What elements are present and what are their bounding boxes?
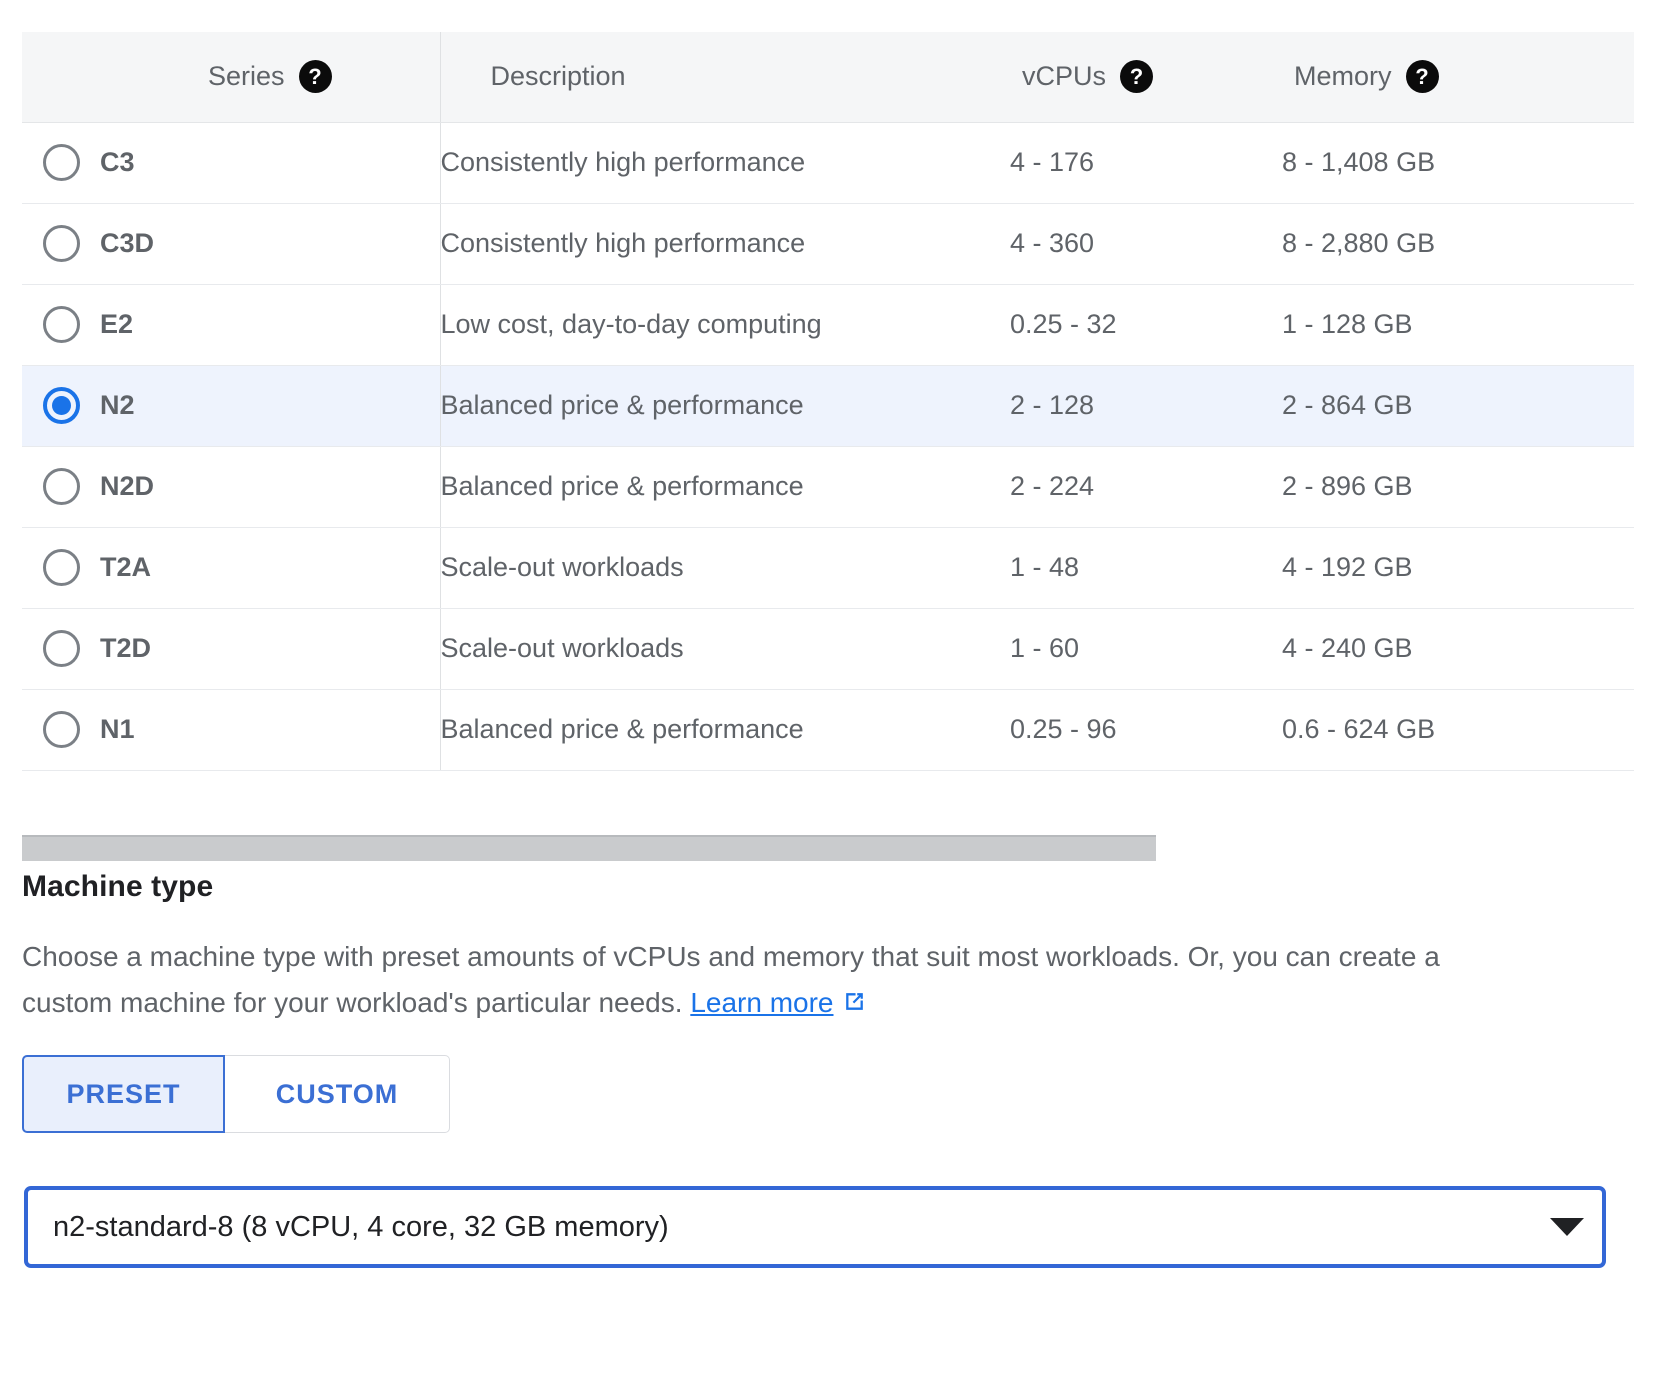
series-name-cell: C3D	[100, 203, 440, 284]
horizontal-scrollbar-thumb[interactable]	[22, 835, 1156, 861]
radio-button-t2a[interactable]	[43, 549, 80, 586]
series-desc-cell: Low cost, day-to-day computing	[440, 284, 1010, 365]
table-row[interactable]: N2Balanced price & performance2 - 1282 -…	[22, 365, 1634, 446]
series-desc-cell: Consistently high performance	[440, 122, 1010, 203]
series-radio-cell[interactable]	[22, 122, 100, 203]
series-table: Series ? Description vCPUs ?	[22, 32, 1634, 771]
series-desc-cell: Scale-out workloads	[440, 527, 1010, 608]
column-header-vcpus-label: vCPUs	[1022, 61, 1106, 92]
table-row[interactable]: N2DBalanced price & performance2 - 2242 …	[22, 446, 1634, 527]
series-vcpus-cell: 4 - 176	[1010, 122, 1282, 203]
learn-more-link[interactable]: Learn more	[690, 987, 833, 1018]
column-header-series: Series ?	[100, 32, 440, 122]
series-memory-cell: 4 - 240 GB	[1282, 608, 1634, 689]
series-memory-cell: 8 - 1,408 GB	[1282, 122, 1634, 203]
radio-button-n2d[interactable]	[43, 468, 80, 505]
series-vcpus-cell: 4 - 360	[1010, 203, 1282, 284]
series-table-container: Series ? Description vCPUs ?	[22, 32, 1634, 771]
machine-configuration-panel: Series ? Description vCPUs ?	[0, 0, 1665, 1380]
series-vcpus-cell: 2 - 128	[1010, 365, 1282, 446]
series-vcpus-cell: 2 - 224	[1010, 446, 1282, 527]
column-header-description: Description	[440, 32, 1010, 122]
column-header-series-label: Series	[208, 61, 285, 92]
series-memory-cell: 0.6 - 624 GB	[1282, 689, 1634, 770]
series-vcpus-cell: 0.25 - 32	[1010, 284, 1282, 365]
table-row[interactable]: C3Consistently high performance4 - 1768 …	[22, 122, 1634, 203]
column-header-memory-label: Memory	[1294, 61, 1392, 92]
series-desc-cell: Scale-out workloads	[440, 608, 1010, 689]
table-row[interactable]: C3DConsistently high performance4 - 3608…	[22, 203, 1634, 284]
memory-help-icon[interactable]: ?	[1406, 60, 1439, 93]
series-name-cell: C3	[100, 122, 440, 203]
series-desc-cell: Balanced price & performance	[440, 446, 1010, 527]
series-radio-cell[interactable]	[22, 608, 100, 689]
series-radio-cell[interactable]	[22, 203, 100, 284]
table-header-row: Series ? Description vCPUs ?	[22, 32, 1634, 122]
radio-button-c3d[interactable]	[43, 225, 80, 262]
machine-type-mode-toggle: PRESET CUSTOM	[22, 1055, 450, 1133]
machine-type-select[interactable]: n2-standard-8 (8 vCPU, 4 core, 32 GB mem…	[24, 1186, 1606, 1268]
series-memory-cell: 2 - 896 GB	[1282, 446, 1634, 527]
series-memory-cell: 1 - 128 GB	[1282, 284, 1634, 365]
machine-type-description-line1: Choose a machine type with preset amount…	[22, 941, 1180, 972]
table-row[interactable]: T2DScale-out workloads1 - 604 - 240 GB	[22, 608, 1634, 689]
series-name-cell: E2	[100, 284, 440, 365]
series-name-cell: N2D	[100, 446, 440, 527]
series-name-cell: T2A	[100, 527, 440, 608]
radio-button-c3[interactable]	[43, 144, 80, 181]
column-header-description-label: Description	[491, 61, 626, 92]
radio-button-n2[interactable]	[43, 387, 80, 424]
machine-type-description: Choose a machine type with preset amount…	[22, 934, 1502, 1026]
series-radio-cell[interactable]	[22, 284, 100, 365]
series-desc-cell: Balanced price & performance	[440, 365, 1010, 446]
series-radio-cell[interactable]	[22, 527, 100, 608]
series-table-body: C3Consistently high performance4 - 1768 …	[22, 122, 1634, 770]
radio-button-e2[interactable]	[43, 306, 80, 343]
series-radio-cell[interactable]	[22, 446, 100, 527]
series-name-cell: T2D	[100, 608, 440, 689]
table-row[interactable]: E2Low cost, day-to-day computing0.25 - 3…	[22, 284, 1634, 365]
series-vcpus-cell: 1 - 48	[1010, 527, 1282, 608]
custom-toggle-button[interactable]: CUSTOM	[225, 1055, 450, 1133]
column-header-memory: Memory ?	[1282, 32, 1634, 122]
series-vcpus-cell: 0.25 - 96	[1010, 689, 1282, 770]
external-link-icon[interactable]	[842, 989, 867, 1014]
series-name-cell: N1	[100, 689, 440, 770]
column-header-vcpus: vCPUs ?	[1010, 32, 1282, 122]
series-desc-cell: Balanced price & performance	[440, 689, 1010, 770]
series-memory-cell: 2 - 864 GB	[1282, 365, 1634, 446]
series-radio-cell[interactable]	[22, 689, 100, 770]
horizontal-scrollbar-track[interactable]	[22, 835, 1634, 861]
machine-type-select-value: n2-standard-8 (8 vCPU, 4 core, 32 GB mem…	[28, 1211, 1532, 1244]
table-row[interactable]: N1Balanced price & performance0.25 - 960…	[22, 689, 1634, 770]
series-vcpus-cell: 1 - 60	[1010, 608, 1282, 689]
series-name-cell: N2	[100, 365, 440, 446]
series-help-icon[interactable]: ?	[299, 60, 332, 93]
vcpus-help-icon[interactable]: ?	[1120, 60, 1153, 93]
series-memory-cell: 4 - 192 GB	[1282, 527, 1634, 608]
series-radio-cell[interactable]	[22, 365, 100, 446]
machine-type-title: Machine type	[22, 870, 213, 904]
series-memory-cell: 8 - 2,880 GB	[1282, 203, 1634, 284]
series-desc-cell: Consistently high performance	[440, 203, 1010, 284]
radio-button-t2d[interactable]	[43, 630, 80, 667]
column-header-select	[22, 32, 100, 122]
chevron-down-icon[interactable]	[1532, 1218, 1602, 1236]
radio-button-n1[interactable]	[43, 711, 80, 748]
series-table-header: Series ? Description vCPUs ?	[22, 32, 1634, 122]
preset-toggle-button[interactable]: PRESET	[22, 1055, 225, 1133]
table-row[interactable]: T2AScale-out workloads1 - 484 - 192 GB	[22, 527, 1634, 608]
